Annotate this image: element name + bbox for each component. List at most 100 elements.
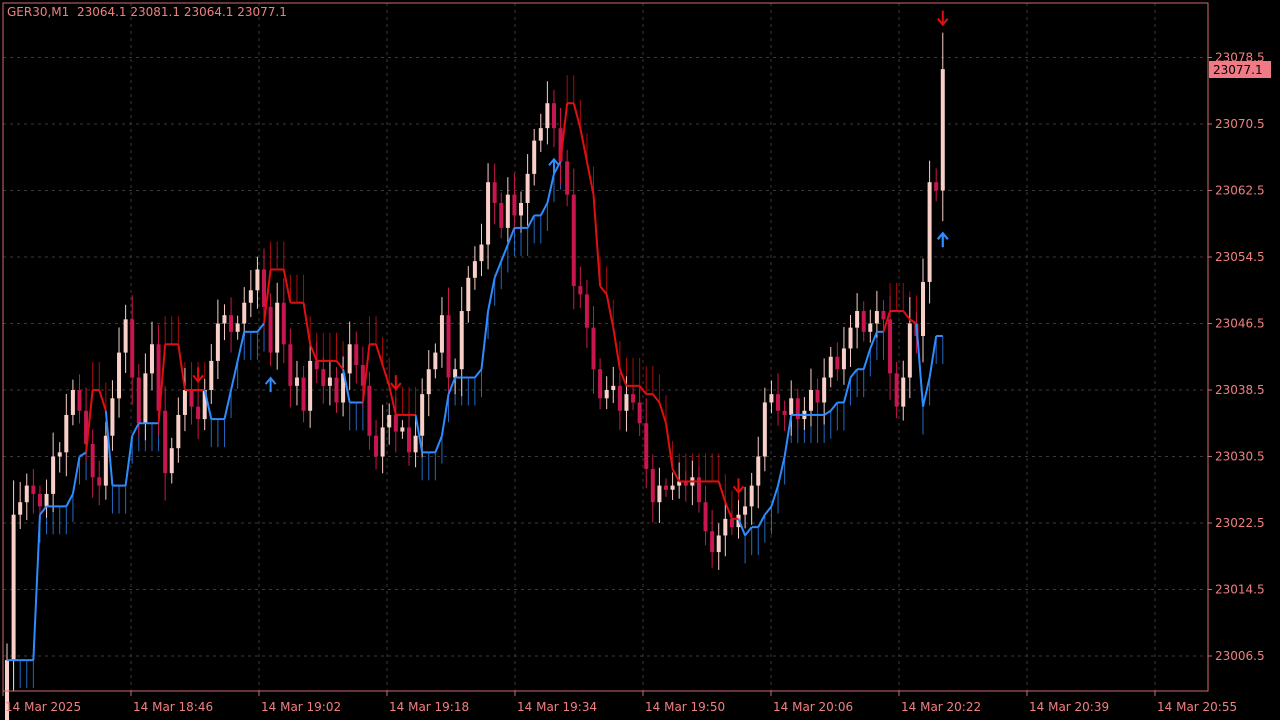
candle-body [703, 502, 708, 532]
price-tick-label: 23014.5 [1215, 583, 1265, 597]
candle-body [782, 410, 787, 415]
candle-body [196, 406, 201, 420]
candle-body [347, 344, 352, 374]
candle-body [591, 327, 596, 370]
candle-body [571, 194, 576, 287]
candle-body [176, 414, 181, 449]
candle-body [828, 356, 833, 378]
candle-body [459, 311, 464, 370]
time-tick-label: 14 Mar 20:39 [1029, 700, 1109, 714]
candle-body [37, 493, 42, 507]
candle-body [874, 311, 879, 324]
candle-body [921, 281, 926, 336]
candle-body [716, 535, 721, 553]
price-tick-label: 23070.5 [1215, 117, 1265, 131]
candle-body [789, 398, 794, 415]
ohlc-readout: 23064.1 23081.1 23064.1 23077.1 [76, 5, 287, 19]
candle-body [182, 390, 187, 415]
candle-body [565, 161, 570, 195]
candle-body [413, 435, 418, 453]
current-price-tag: 23077.1 [1209, 61, 1271, 78]
candle-body [288, 344, 293, 386]
chart-header: GER30,M1 23064.1 23081.1 23064.1 23077.1 [7, 5, 287, 19]
candle-body [314, 360, 319, 370]
price-tick-label: 23062.5 [1215, 184, 1265, 198]
candle-body [538, 128, 543, 141]
candle-body [525, 173, 530, 203]
candle-body [611, 385, 616, 390]
candle-body [664, 485, 668, 490]
candle-body [123, 319, 128, 353]
candle-body [855, 311, 860, 328]
candle-body [776, 394, 781, 411]
candle-body [308, 360, 313, 411]
candle-body [255, 269, 260, 291]
candle-body [393, 414, 398, 432]
candle-body [420, 394, 425, 436]
candle-body [426, 369, 431, 395]
candle-body [861, 311, 866, 332]
candle-body [940, 69, 945, 191]
price-chart[interactable]: 23078.523070.523062.523054.523046.523038… [0, 0, 1280, 720]
candle-body [248, 290, 253, 303]
candle-body [24, 485, 29, 503]
candle-body [545, 103, 550, 129]
candle-body [70, 390, 75, 415]
candle-body [808, 390, 813, 411]
candle-body [631, 394, 636, 403]
candle-body [637, 402, 642, 424]
candle-body [551, 103, 556, 129]
candle-body [617, 385, 622, 411]
candle-body [97, 477, 102, 486]
candle-body [822, 377, 827, 403]
time-tick-label: 14 Mar 20:06 [773, 700, 853, 714]
candle-body [835, 356, 840, 370]
candle-body [881, 311, 886, 320]
time-tick-label: 14 Mar 18:46 [133, 700, 213, 714]
candle-body [334, 377, 339, 403]
candle-body [209, 360, 214, 390]
candle-body [723, 518, 728, 536]
candle-body [439, 315, 444, 353]
candle-body [215, 323, 220, 361]
candle-body [44, 493, 49, 507]
time-tick-label: 14 Mar 2025 [5, 700, 81, 714]
candle-body [888, 319, 893, 374]
candle-body [769, 394, 774, 403]
candle-body [453, 369, 458, 378]
candle-body [650, 468, 655, 503]
candle-body [901, 377, 906, 407]
candle-body [927, 182, 932, 282]
candle-body [584, 294, 589, 328]
price-tick-label: 23022.5 [1215, 516, 1265, 530]
candle-body [505, 194, 510, 228]
candle-body [374, 435, 379, 457]
candle-body [578, 286, 583, 295]
candle-body [486, 182, 491, 245]
candle-body [749, 485, 754, 507]
candle-body [143, 373, 148, 424]
candle-body [479, 244, 484, 262]
candle-body [492, 182, 497, 203]
candle-body [136, 377, 141, 424]
candle-body [64, 414, 69, 453]
candle-body [894, 373, 899, 407]
candle-body [235, 323, 240, 332]
candle-body [31, 485, 36, 494]
candle-body [604, 390, 609, 399]
candle-body [117, 352, 122, 399]
candle-body [275, 302, 280, 353]
candle-body [77, 390, 82, 411]
price-tick-label: 23054.5 [1215, 250, 1265, 264]
price-tick-label: 23030.5 [1215, 450, 1265, 464]
candle-body [229, 315, 234, 332]
candle-body [163, 410, 168, 474]
candle-body [90, 444, 95, 478]
candle-body [380, 427, 385, 457]
candle-body [110, 398, 115, 436]
candle-body [729, 518, 734, 528]
candle-body [710, 531, 715, 553]
candle-body [756, 456, 761, 486]
price-tick-label: 23006.5 [1215, 649, 1265, 663]
candle-body [51, 456, 56, 494]
